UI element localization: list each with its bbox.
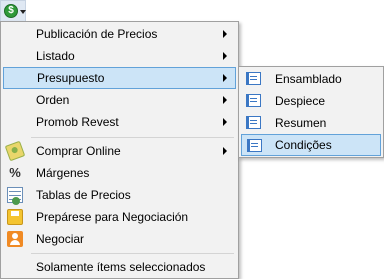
submenu-item-despiece[interactable]: Despiece: [241, 90, 381, 112]
menu-separator: [31, 137, 234, 138]
submenu-arrow-icon: [223, 118, 227, 126]
menu-item-label: Publicación de Precios: [36, 27, 158, 41]
submenu-item-ensamblado[interactable]: Ensamblado: [241, 68, 381, 90]
report-icon: [246, 72, 261, 85]
menu-item-negociar[interactable]: Negociar: [3, 228, 236, 250]
submenu-arrow-icon: [223, 52, 227, 60]
menu-item-label: Comprar Online: [36, 144, 121, 158]
menu-item-label: Solamente ítems seleccionados: [36, 260, 206, 274]
price-context-menu: Publicación de Precios Listado Presupues…: [0, 21, 239, 279]
dropdown-caret-icon: [20, 10, 26, 14]
menu-item-label: Promob Revest: [36, 115, 119, 129]
menu-item-label: Presupuesto: [37, 71, 105, 85]
menu-item-label: Tablas de Precios: [36, 188, 131, 202]
menu-item-comprar-online[interactable]: Comprar Online: [3, 140, 236, 162]
menu-separator: [31, 253, 234, 254]
submenu-item-label: Despiece: [275, 94, 326, 108]
menu-item-listado[interactable]: Listado: [3, 45, 236, 67]
price-coin-icon: $: [4, 4, 18, 18]
submenu-arrow-icon: [223, 30, 227, 38]
submenu-arrow-icon: [223, 96, 227, 104]
menu-item-tablas-precios[interactable]: Tablas de Precios: [3, 184, 236, 206]
menu-item-label: Listado: [36, 49, 75, 63]
report-icon: [246, 116, 261, 129]
presupuesto-submenu: Ensamblado Despiece Resumen Condições: [238, 66, 384, 158]
submenu-arrow-icon: [223, 147, 227, 155]
price-table-icon: [7, 187, 23, 205]
percent-icon: %: [9, 165, 21, 180]
submenu-item-label: Resumen: [275, 116, 327, 130]
money-icon: [4, 140, 26, 162]
report-icon: [247, 139, 262, 152]
menu-item-presupuesto[interactable]: Presupuesto: [3, 67, 236, 89]
submenu-item-label: Condições: [275, 138, 332, 152]
submenu-item-condicoes[interactable]: Condições: [241, 134, 381, 156]
menu-item-promob-revest[interactable]: Promob Revest: [3, 111, 236, 133]
menu-item-solamente-seleccionados[interactable]: Solamente ítems seleccionados: [3, 256, 236, 278]
menu-item-label: Orden: [36, 93, 70, 107]
submenu-arrow-icon: [223, 74, 227, 82]
submenu-item-resumen[interactable]: Resumen: [241, 112, 381, 134]
menu-item-label: Márgenes: [36, 166, 90, 180]
price-dropdown-button[interactable]: $: [0, 0, 26, 22]
user-icon: [7, 231, 23, 247]
report-icon: [246, 94, 261, 107]
menu-item-label: Negociar: [36, 232, 85, 246]
menu-item-publicacion-precios[interactable]: Publicación de Precios: [3, 23, 236, 45]
menu-item-preparese-negociacion[interactable]: Prepárese para Negociación: [3, 206, 236, 228]
menu-item-label: Prepárese para Negociación: [36, 210, 189, 224]
menu-item-orden[interactable]: Orden: [3, 89, 236, 111]
menu-item-margenes[interactable]: % Márgenes: [3, 162, 236, 184]
submenu-item-label: Ensamblado: [275, 72, 342, 86]
save-icon: [7, 209, 23, 225]
